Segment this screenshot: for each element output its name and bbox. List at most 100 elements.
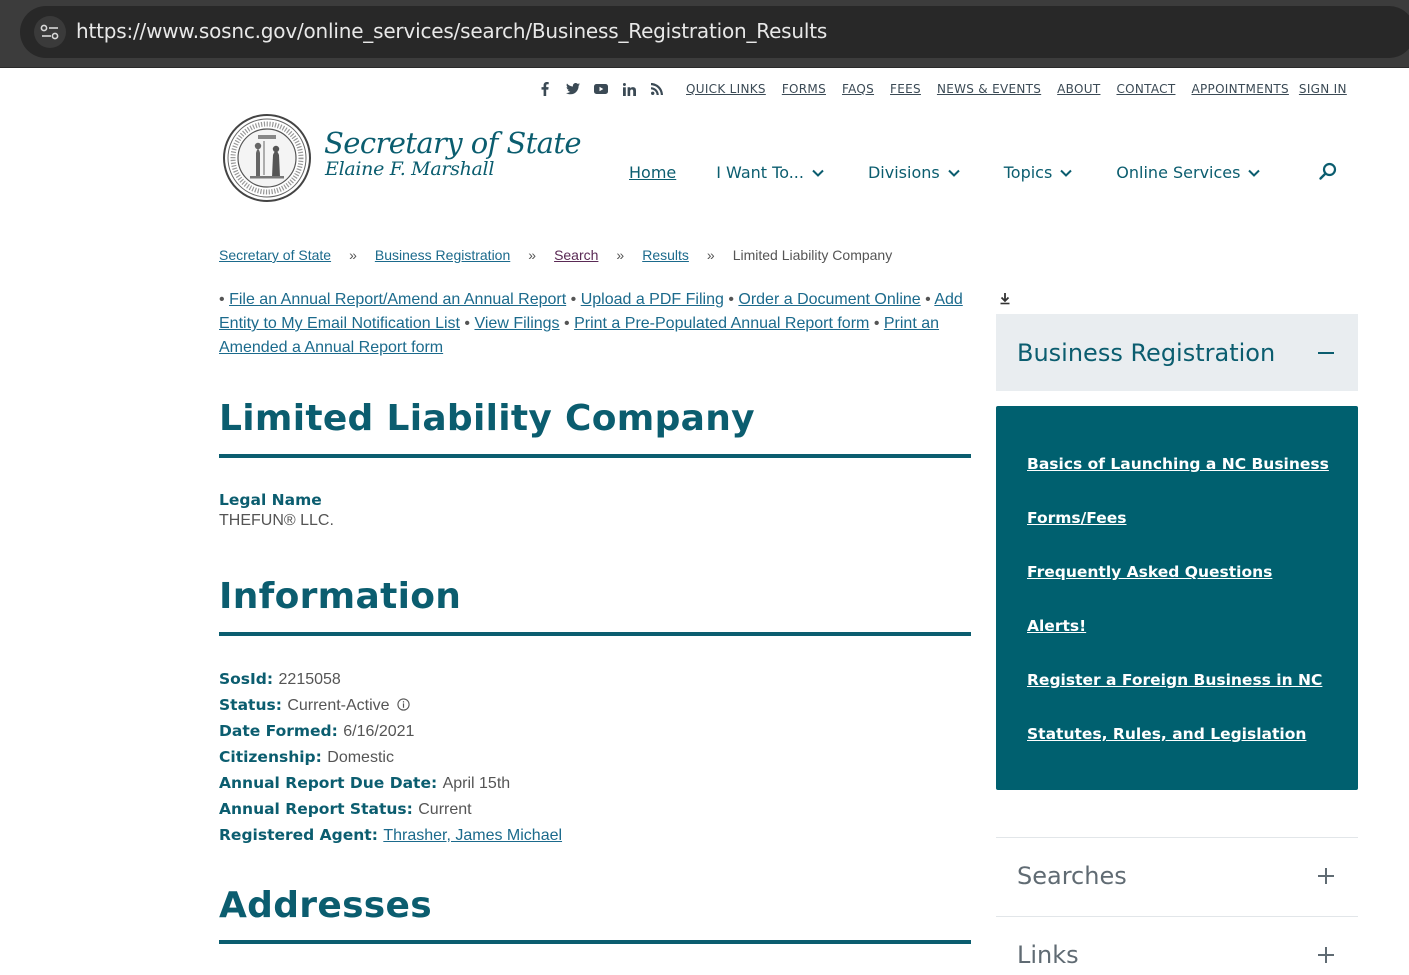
- collapse-minus-icon[interactable]: [1318, 352, 1334, 354]
- info-row-date-formed: Date Formed: 6/16/2021: [219, 722, 415, 740]
- breadcrumb-separator: »: [528, 247, 537, 263]
- order-document-link[interactable]: Order a Document Online: [738, 291, 920, 308]
- info-label: Registered Agent: [219, 826, 372, 844]
- info-label: Date Formed: [219, 722, 332, 740]
- breadcrumb-separator: »: [616, 247, 625, 263]
- info-value: April 15th: [442, 775, 511, 792]
- chevron-down-icon: [812, 169, 824, 177]
- url-bar[interactable]: https://www.sosnc.gov/online_services/se…: [20, 6, 1409, 58]
- heading-rule: [219, 632, 971, 636]
- utility-nav: QUICK LINKS FORMS FAQS FEES NEWS & EVENT…: [538, 80, 1347, 98]
- breadcrumb-separator: »: [706, 247, 715, 263]
- accordion-divider: [996, 837, 1358, 838]
- bullet: •: [728, 291, 734, 308]
- nav-online-services-label: Online Services: [1116, 163, 1241, 182]
- print-prepopulated-report-link[interactable]: Print a Pre-Populated Annual Report form: [574, 315, 869, 332]
- util-link-fees[interactable]: FEES: [890, 82, 921, 96]
- nav-i-want-to[interactable]: I Want To...: [716, 163, 824, 182]
- bullet: •: [873, 315, 880, 332]
- sidebar-header[interactable]: Business Registration: [996, 314, 1358, 391]
- nav-online-services[interactable]: Online Services: [1116, 163, 1261, 182]
- sidebar-link-basics[interactable]: Basics of Launching a NC Business: [1027, 455, 1329, 473]
- search-icon[interactable]: [1318, 162, 1338, 182]
- info-row-citizenship: Citizenship: Domestic: [219, 748, 394, 766]
- sidebar-link-foreign-business[interactable]: Register a Foreign Business in NC: [1027, 671, 1322, 689]
- sidebar-title: Business Registration: [1017, 339, 1276, 367]
- expand-plus-icon[interactable]: [1318, 868, 1334, 884]
- sidebar-link-statutes[interactable]: Statutes, Rules, and Legislation: [1027, 725, 1306, 743]
- info-label: Annual Report Due Date: [219, 774, 431, 792]
- view-filings-link[interactable]: View Filings: [474, 315, 559, 332]
- status-value: Current-Active: [287, 697, 390, 714]
- breadcrumb-results[interactable]: Results: [642, 247, 689, 263]
- bullet: •: [219, 291, 225, 308]
- sidebar-link-faq[interactable]: Frequently Asked Questions: [1027, 563, 1272, 581]
- expand-plus-icon[interactable]: [1318, 947, 1334, 963]
- youtube-icon[interactable]: [594, 82, 608, 96]
- chevron-down-icon: [1248, 169, 1261, 177]
- sidebar-links-panel: Basics of Launching a NC Business Forms/…: [996, 406, 1358, 790]
- chevron-down-icon: [948, 169, 960, 177]
- logo-title[interactable]: Secretary of State: [324, 126, 582, 160]
- upload-pdf-filing-link[interactable]: Upload a PDF Filing: [581, 291, 724, 308]
- breadcrumb-current: Limited Liability Company: [732, 247, 893, 263]
- breadcrumb-secretary-of-state[interactable]: Secretary of State: [219, 247, 331, 263]
- bullet: •: [564, 315, 570, 332]
- nav-divisions[interactable]: Divisions: [868, 163, 960, 182]
- legal-name-block: Legal Name THEFUN® LLC.: [219, 491, 334, 530]
- file-annual-report-link[interactable]: File an Annual Report/Amend an Annual Re…: [229, 291, 566, 308]
- download-icon[interactable]: [998, 291, 1012, 305]
- breadcrumb-search[interactable]: Search: [554, 247, 598, 263]
- main-nav: Home I Want To... Divisions Topics Onlin…: [629, 163, 1261, 182]
- state-seal-logo[interactable]: [222, 113, 312, 203]
- breadcrumb: Secretary of State » Business Registrati…: [219, 247, 892, 263]
- url-text[interactable]: https://www.sosnc.gov/online_services/se…: [76, 19, 827, 43]
- heading-rule: [219, 454, 971, 458]
- nav-home[interactable]: Home: [629, 163, 676, 182]
- info-row-annual-report-due: Annual Report Due Date: April 15th: [219, 774, 511, 792]
- accordion-links[interactable]: Links: [1017, 941, 1079, 969]
- bullet: •: [570, 291, 577, 308]
- information-list: SosId: 2215058 Status: Current-Active Da…: [219, 668, 562, 850]
- sidebar-link-alerts[interactable]: Alerts!: [1027, 617, 1086, 635]
- util-link-appointments[interactable]: APPOINTMENTS: [1191, 82, 1288, 96]
- bullet: •: [464, 315, 471, 332]
- nav-divisions-label: Divisions: [867, 163, 940, 182]
- rss-icon[interactable]: [650, 82, 664, 96]
- registered-agent-link[interactable]: Thrasher, James Michael: [383, 827, 562, 844]
- info-circle-icon[interactable]: [397, 696, 410, 718]
- twitter-icon[interactable]: [566, 82, 580, 96]
- util-link-faqs[interactable]: FAQS: [842, 82, 874, 96]
- info-row-sosid: SosId: 2215058: [219, 670, 341, 688]
- util-link-about[interactable]: ABOUT: [1057, 82, 1100, 96]
- sidebar-link-forms-fees[interactable]: Forms/Fees: [1027, 509, 1127, 527]
- info-value: Current: [418, 801, 472, 818]
- info-label: Status: [219, 696, 276, 714]
- site-settings-icon[interactable]: [34, 16, 66, 48]
- facebook-icon[interactable]: [538, 82, 552, 96]
- linkedin-icon[interactable]: [622, 82, 636, 96]
- nav-home-label: Home: [629, 163, 677, 182]
- information-heading: Information: [219, 576, 462, 617]
- info-label: SosId: [219, 670, 267, 688]
- accordion-searches[interactable]: Searches: [1017, 862, 1127, 890]
- page-title: Limited Liability Company: [219, 398, 755, 439]
- util-link-sign-in[interactable]: SIGN IN: [1299, 82, 1347, 96]
- util-link-contact[interactable]: CONTACT: [1116, 82, 1175, 96]
- util-link-forms[interactable]: FORMS: [782, 82, 826, 96]
- info-label: Annual Report Status: [219, 800, 407, 818]
- logo-subtitle[interactable]: Elaine F. Marshall: [325, 158, 494, 180]
- info-value: 2215058: [278, 671, 341, 688]
- legal-name-value: THEFUN® LLC.: [219, 512, 334, 529]
- info-label: Citizenship: [219, 748, 316, 766]
- util-link-news-events[interactable]: NEWS & EVENTS: [937, 82, 1041, 96]
- breadcrumb-separator: »: [349, 247, 357, 263]
- legal-name-label: Legal Name: [219, 491, 322, 509]
- info-row-registered-agent: Registered Agent: Thrasher, James Michae…: [219, 826, 563, 844]
- breadcrumb-business-registration[interactable]: Business Registration: [375, 247, 510, 263]
- browser-address-bar: https://www.sosnc.gov/online_services/se…: [0, 0, 1409, 68]
- nav-topics[interactable]: Topics: [1004, 163, 1073, 182]
- util-link-quick-links[interactable]: QUICK LINKS: [686, 82, 766, 96]
- entity-actions: • File an Annual Report/Amend an Annual …: [219, 288, 971, 360]
- accordion-divider: [996, 916, 1358, 917]
